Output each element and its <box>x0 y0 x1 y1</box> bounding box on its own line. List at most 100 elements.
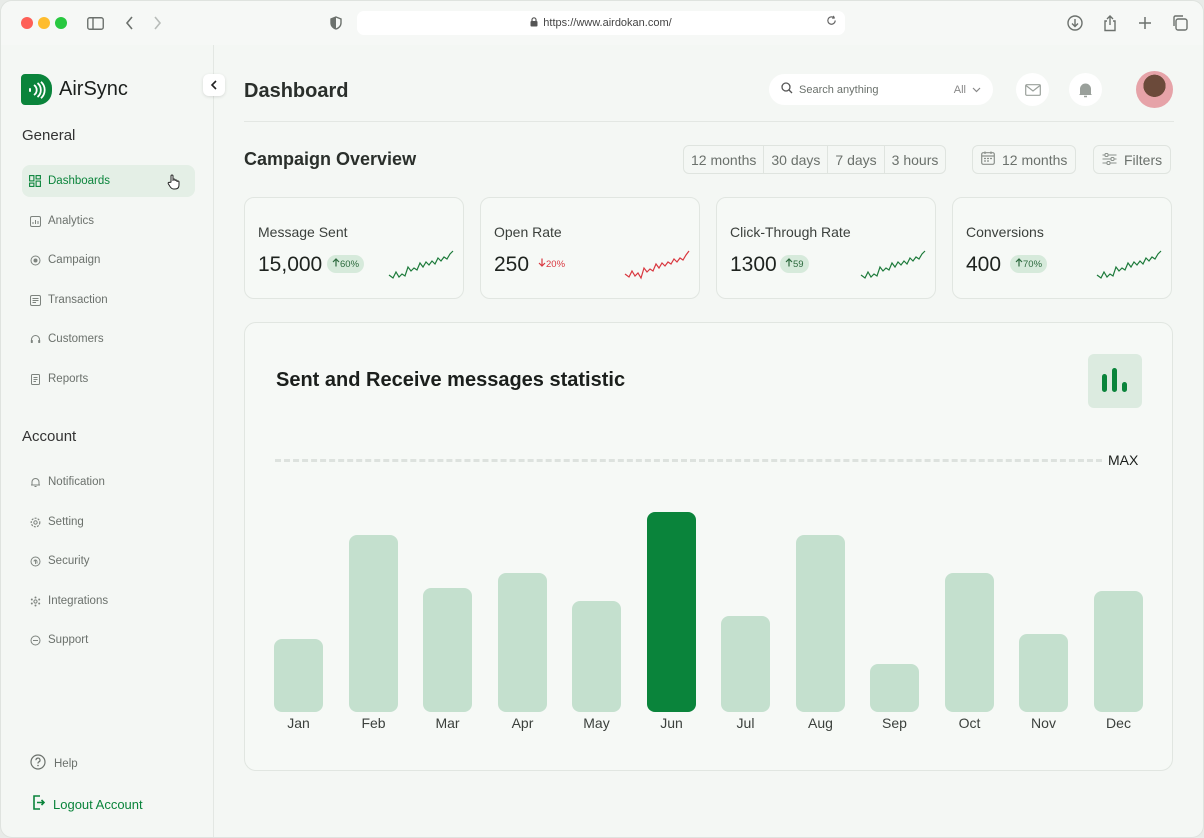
chevron-down-icon[interactable] <box>972 84 981 96</box>
logout-icon <box>32 795 46 813</box>
sidebar-item-label: Notification <box>48 476 105 488</box>
bar-may[interactable] <box>572 601 621 712</box>
brand-logo[interactable]: AirSync <box>21 74 128 105</box>
tabs-overview-icon[interactable] <box>1170 13 1190 33</box>
bar-apr[interactable] <box>498 573 547 712</box>
bar-jul[interactable] <box>721 616 770 712</box>
new-tab-icon[interactable] <box>1135 13 1155 33</box>
sidebar-item-label: Transaction <box>48 294 108 306</box>
analytics-icon <box>29 215 41 227</box>
x-tick-label: Jul <box>736 715 755 731</box>
sidebar-item-label: Customers <box>48 333 104 345</box>
forward-icon[interactable] <box>147 13 167 33</box>
sparkline <box>1096 250 1162 279</box>
share-icon[interactable] <box>1100 13 1120 33</box>
back-icon[interactable] <box>120 13 140 33</box>
x-tick-label: Aug <box>808 715 833 731</box>
kpi-delta-badge: 60% <box>327 255 365 273</box>
range-7-days[interactable]: 7 days <box>827 146 883 173</box>
x-tick-label: Nov <box>1031 715 1056 731</box>
sidebar-item-customers[interactable]: Customers <box>22 323 195 355</box>
browser-toolbar: https://www.airdokan.com/ <box>1 1 1203 45</box>
address-bar[interactable]: https://www.airdokan.com/ <box>357 11 845 35</box>
search-input[interactable]: Search anything All <box>769 74 993 105</box>
kpi-card-open-rate[interactable]: Open Rate 250 20% <box>480 197 700 299</box>
sidebar-item-label: Campaign <box>48 254 101 266</box>
search-placeholder: Search anything <box>799 83 879 96</box>
bar-oct[interactable] <box>945 573 994 712</box>
help-link[interactable]: Help <box>30 754 78 773</box>
messages-button[interactable] <box>1016 73 1049 106</box>
kpi-label: Click-Through Rate <box>730 224 851 240</box>
sidebar-item-label: Reports <box>48 373 89 385</box>
arrow-up-icon <box>785 258 793 270</box>
notifications-button[interactable] <box>1069 73 1102 106</box>
customers-icon <box>29 333 41 345</box>
logout-button[interactable]: Logout Account <box>32 795 143 813</box>
hand-cursor-icon <box>167 174 180 193</box>
sidebar-item-transaction[interactable]: Transaction <box>22 284 195 316</box>
minimize-window-button[interactable] <box>38 17 50 29</box>
kpi-value: 250 <box>494 253 530 276</box>
dashboard-icon <box>29 175 41 187</box>
sidebar-item-support[interactable]: Support <box>22 624 195 656</box>
bar-jan[interactable] <box>274 639 323 712</box>
privacy-shield-icon[interactable] <box>326 13 346 33</box>
kpi-card-click-through-rate[interactable]: Click-Through Rate 1300 59 <box>716 197 936 299</box>
sidebar-item-analytics[interactable]: Analytics <box>22 205 195 237</box>
x-tick-label: May <box>583 715 610 731</box>
bar-jun[interactable] <box>647 512 696 712</box>
range-30-days[interactable]: 30 days <box>763 146 827 173</box>
date-picker-button[interactable]: 12 months <box>972 145 1077 174</box>
x-tick-label: Oct <box>958 715 981 731</box>
airsync-logo-icon <box>21 74 52 105</box>
bar-aug[interactable] <box>796 535 845 712</box>
general-section-title: General <box>22 127 76 144</box>
filters-button[interactable]: Filters <box>1093 145 1172 174</box>
help-label: Help <box>54 757 78 770</box>
sidebar-item-security[interactable]: Security <box>22 545 195 577</box>
campaign-icon <box>29 254 41 266</box>
collapse-sidebar-button[interactable] <box>203 74 225 96</box>
campaign-overview-title: Campaign Overview <box>244 149 417 169</box>
sidebar-item-label: Dashboards <box>48 175 111 187</box>
bar-feb[interactable] <box>349 535 398 712</box>
sidebar-item-setting[interactable]: Setting <box>22 506 195 538</box>
bar-dec[interactable] <box>1094 591 1143 712</box>
x-tick-label: Mar <box>435 715 460 731</box>
kpi-value: 400 <box>966 253 1002 276</box>
kpi-label: Conversions <box>966 224 1044 240</box>
sidebar-toggle-icon[interactable] <box>85 13 105 33</box>
sidebar-item-reports[interactable]: Reports <box>22 363 195 395</box>
range-12-months[interactable]: 12 months <box>684 146 763 173</box>
kpi-delta-badge: 20% <box>533 255 570 273</box>
close-window-button[interactable] <box>21 17 33 29</box>
main-content: Dashboard Search anything All Campaign O… <box>214 45 1203 837</box>
sidebar-item-campaign[interactable]: Campaign <box>22 244 195 276</box>
bar-mar[interactable] <box>423 588 472 712</box>
x-tick-label: Jun <box>660 715 683 731</box>
kpi-card-message-sent[interactable]: Message Sent 15,000 60% <box>244 197 464 299</box>
lock-icon <box>530 16 538 30</box>
kpi-card-conversions[interactable]: Conversions 400 70% <box>952 197 1172 299</box>
sidebar-item-dashboards[interactable]: Dashboards <box>22 165 195 197</box>
sidebar-item-notification[interactable]: Notification <box>22 466 195 498</box>
bar-nov[interactable] <box>1019 634 1068 712</box>
sparkline <box>388 250 454 279</box>
integrations-icon <box>29 595 41 607</box>
brand-name: AirSync <box>59 78 128 100</box>
download-icon[interactable] <box>1065 13 1085 33</box>
sidebar-item-label: Analytics <box>48 215 95 227</box>
gear-icon <box>29 516 41 528</box>
range-3-hours[interactable]: 3 hours <box>883 146 946 173</box>
kpi-value: 15,000 <box>258 253 323 276</box>
x-tick-label: Jan <box>287 715 310 731</box>
reload-icon[interactable] <box>826 15 837 29</box>
search-scope-select[interactable]: All <box>954 84 966 96</box>
bar-sep[interactable] <box>870 664 919 712</box>
maximize-window-button[interactable] <box>55 17 67 29</box>
account-section-title: Account <box>22 428 77 445</box>
sidebar-item-integrations[interactable]: Integrations <box>22 585 195 617</box>
filters-label: Filters <box>1124 151 1163 168</box>
avatar[interactable] <box>1136 71 1173 108</box>
